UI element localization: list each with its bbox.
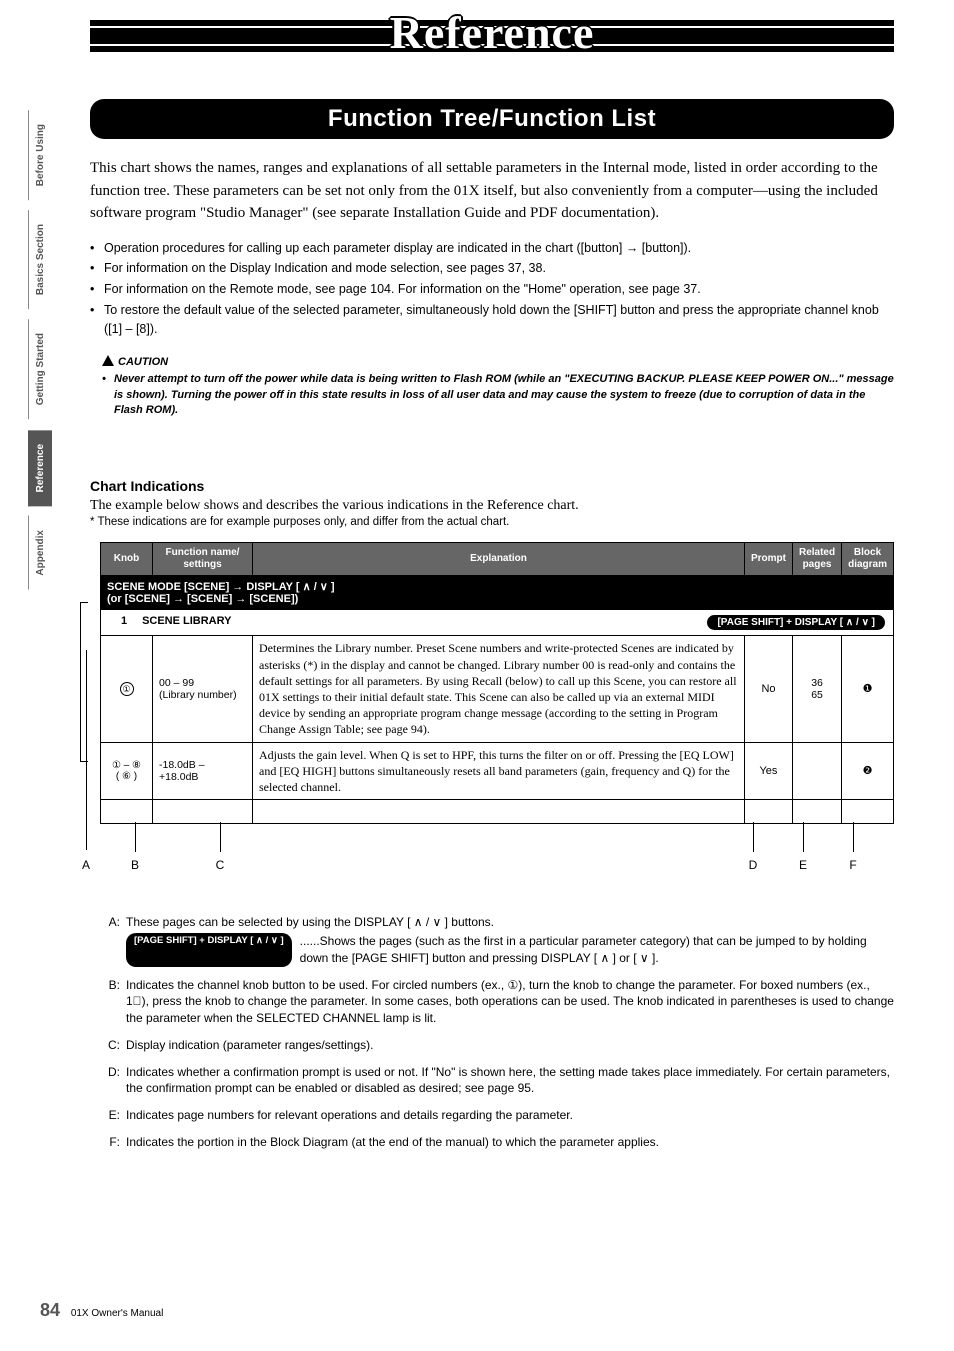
lib-label: SCENE LIBRARY — [142, 615, 231, 627]
th-func: Function name/ settings — [153, 543, 253, 576]
pages-cell: 36 65 — [792, 636, 841, 742]
def-d: D: Indicates whether a confirmation prom… — [100, 1064, 894, 1098]
th-knob: Knob — [101, 543, 153, 576]
callout-e: E — [799, 858, 807, 872]
func-note: (Library number) — [159, 689, 246, 701]
tab-before-using: Before Using — [28, 110, 52, 200]
def-a-tail: ......Shows the pages (such as the first… — [300, 933, 894, 967]
def-a: A: These pages can be selected by using … — [100, 914, 894, 966]
page-footer: 84 01X Owner's Manual — [40, 1300, 163, 1321]
lib-num: 1 — [109, 615, 139, 627]
pages-cell — [792, 742, 841, 800]
bullet-1: Operation procedures for calling up each… — [104, 239, 691, 258]
callout-d: D — [749, 858, 758, 872]
th-explanation: Explanation — [253, 543, 745, 576]
explanation-cell: Determines the Library number. Preset Sc… — [253, 636, 745, 742]
info-bullets: •Operation procedures for calling up eac… — [90, 239, 894, 339]
def-a-line1: These pages can be selected by using the… — [126, 914, 894, 931]
table-row: ① – ⑧ ( ⑥ ) -18.0dB – +18.0dB Adjusts th… — [101, 742, 894, 800]
callout-c: C — [216, 858, 225, 872]
page-number: 84 — [40, 1300, 60, 1320]
bullet-3: For information on the Remote mode, see … — [104, 280, 701, 299]
callout-lines: A B C D E F — [90, 822, 894, 882]
tab-reference: Reference — [28, 430, 52, 506]
table-row: ① 00 – 99 (Library number) Determines th… — [101, 636, 894, 742]
block-cell: ❶ — [842, 636, 894, 742]
knob-indicator: ① – ⑧ ( ⑥ ) — [101, 742, 153, 800]
def-f: F: Indicates the portion in the Block Di… — [100, 1134, 894, 1151]
prompt-cell: Yes — [744, 742, 792, 800]
def-c: C: Display indication (parameter ranges/… — [100, 1037, 894, 1054]
page: Before Using Basics Section Getting Star… — [0, 0, 954, 1351]
tab-basics-section: Basics Section — [28, 210, 52, 309]
scene-library-row: 1 SCENE LIBRARY [PAGE SHIFT] + DISPLAY [… — [101, 610, 894, 636]
tab-getting-started: Getting Started — [28, 319, 52, 419]
func-range: 00 – 99 — [159, 677, 246, 689]
section-title: Function Tree/Function List — [90, 99, 894, 139]
caution-block: CAUTION • Never attempt to turn off the … — [102, 354, 894, 418]
chart-indications-heading: Chart Indications — [90, 478, 894, 494]
definitions-list: A: These pages can be selected by using … — [100, 914, 894, 1151]
table-row — [101, 800, 894, 824]
reference-table: Knob Function name/ settings Explanation… — [100, 542, 894, 824]
func-range: -18.0dB – +18.0dB — [153, 742, 253, 800]
callout-a: A — [82, 858, 90, 872]
doc-title: 01X Owner's Manual — [71, 1308, 164, 1319]
caution-label: CAUTION — [102, 354, 894, 368]
table-header-row: Knob Function name/ settings Explanation… — [101, 543, 894, 576]
warning-triangle-icon — [102, 355, 114, 366]
caution-text: Never attempt to turn off the power whil… — [114, 372, 894, 418]
explanation-cell: Adjusts the gain level. When Q is set to… — [253, 742, 745, 800]
th-block: Block diagram — [842, 543, 894, 576]
callout-b: B — [131, 858, 139, 872]
scene-mode-cell: SCENE MODE [SCENE] → DISPLAY [ ∧ / ∨ ] (… — [101, 576, 894, 610]
page-shift-pill-inline: [PAGE SHIFT] + DISPLAY [ ∧ / ∨ ] — [126, 933, 292, 967]
th-prompt: Prompt — [744, 543, 792, 576]
def-b: B: Indicates the channel knob button to … — [100, 977, 894, 1027]
prompt-cell: No — [744, 636, 792, 742]
def-e: E: Indicates page numbers for relevant o… — [100, 1107, 894, 1124]
bullet-2: For information on the Display Indicatio… — [104, 259, 546, 278]
bullet-4: To restore the default value of the sele… — [104, 301, 894, 339]
knob-indicator: ① — [120, 682, 134, 696]
th-pages: Related pages — [792, 543, 841, 576]
page-shift-pill: [PAGE SHIFT] + DISPLAY [ ∧ / ∨ ] — [707, 615, 885, 630]
main-title: Reference — [90, 6, 894, 59]
callout-f: F — [849, 858, 856, 872]
chart-sub1: The example below shows and describes th… — [90, 498, 894, 514]
intro-paragraph: This chart shows the names, ranges and e… — [90, 157, 894, 225]
scene-mode-row: SCENE MODE [SCENE] → DISPLAY [ ∧ / ∨ ] (… — [101, 576, 894, 610]
tab-appendix: Appendix — [28, 516, 52, 590]
side-tabs: Before Using Basics Section Getting Star… — [28, 110, 56, 600]
chart-sub2: * These indications are for example purp… — [90, 516, 894, 528]
block-cell: ❷ — [842, 742, 894, 800]
